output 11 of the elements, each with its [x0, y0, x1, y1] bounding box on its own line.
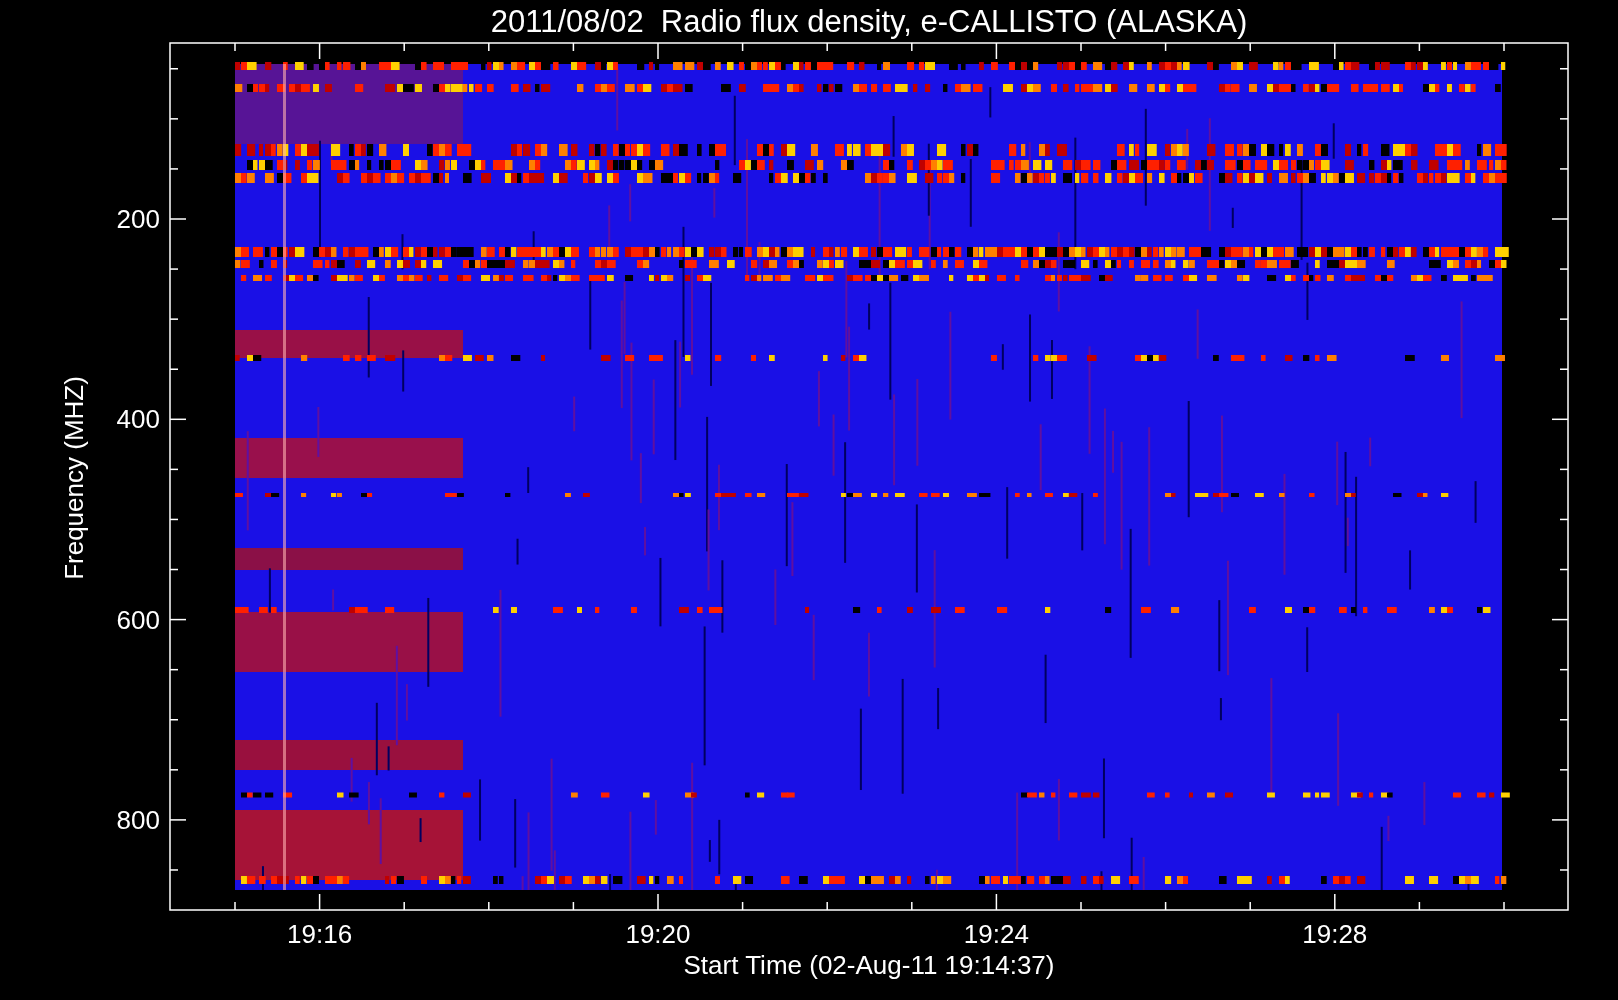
- y-tick-label: 400: [116, 404, 160, 435]
- chart-title: 2011/08/02 Radio flux density, e-CALLISTO (ALASKA): [490, 4, 1248, 39]
- y-axis-title: Frequency (MHZ): [59, 376, 89, 580]
- x-tick-label: 19:20: [625, 919, 691, 949]
- x-tick-label: 19:28: [1302, 919, 1368, 949]
- x-axis-title: Start Time (02-Aug-11 19:14:37): [683, 950, 1055, 980]
- y-tick-label: 200: [116, 204, 160, 234]
- y-tick-label: 600: [116, 604, 160, 635]
- x-tick-label: 19:24: [963, 919, 1029, 949]
- x-tick-label: 19:16: [287, 919, 353, 949]
- y-tick-label: 800: [116, 804, 160, 835]
